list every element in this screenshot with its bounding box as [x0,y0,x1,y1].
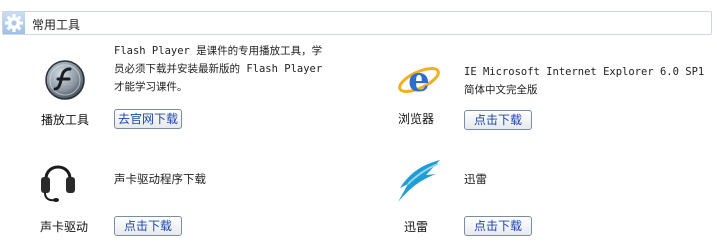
item-name-browser: 浏览器 [398,112,435,126]
fade-overlay [530,205,717,247]
thunder-icon [394,158,444,207]
item-name-thunder: 迅雷 [404,220,429,234]
item-name-player: 播放工具 [41,113,90,127]
flash-player-icon [44,59,86,104]
item-name-soundcard: 声卡驱动 [40,220,89,234]
item-desc-browser: IE Microsoft Internet Explorer 6.0 SP1 简… [464,66,705,96]
download-soundcard-button[interactable]: 点击下载 [114,216,182,236]
item-desc-player: Flash Player 是课件的专用播放工具，学 员必须下载并安装最新版的 F… [114,45,323,93]
item-desc-soundcard: 声卡驱动程序下载 [114,172,206,186]
download-browser-button[interactable]: 点击下载 [464,110,532,130]
internet-explorer-icon: e [396,56,442,105]
download-player-button[interactable]: 去官网下载 [114,109,182,129]
download-thunder-button[interactable]: 点击下载 [464,216,532,236]
headset-icon [40,157,76,206]
gear-icon [3,12,25,34]
section-title: 常用工具 [32,18,81,32]
section-header: 常用工具 [2,11,712,35]
item-desc-thunder: 迅雷 [464,172,487,186]
svg-text:e: e [408,60,430,100]
